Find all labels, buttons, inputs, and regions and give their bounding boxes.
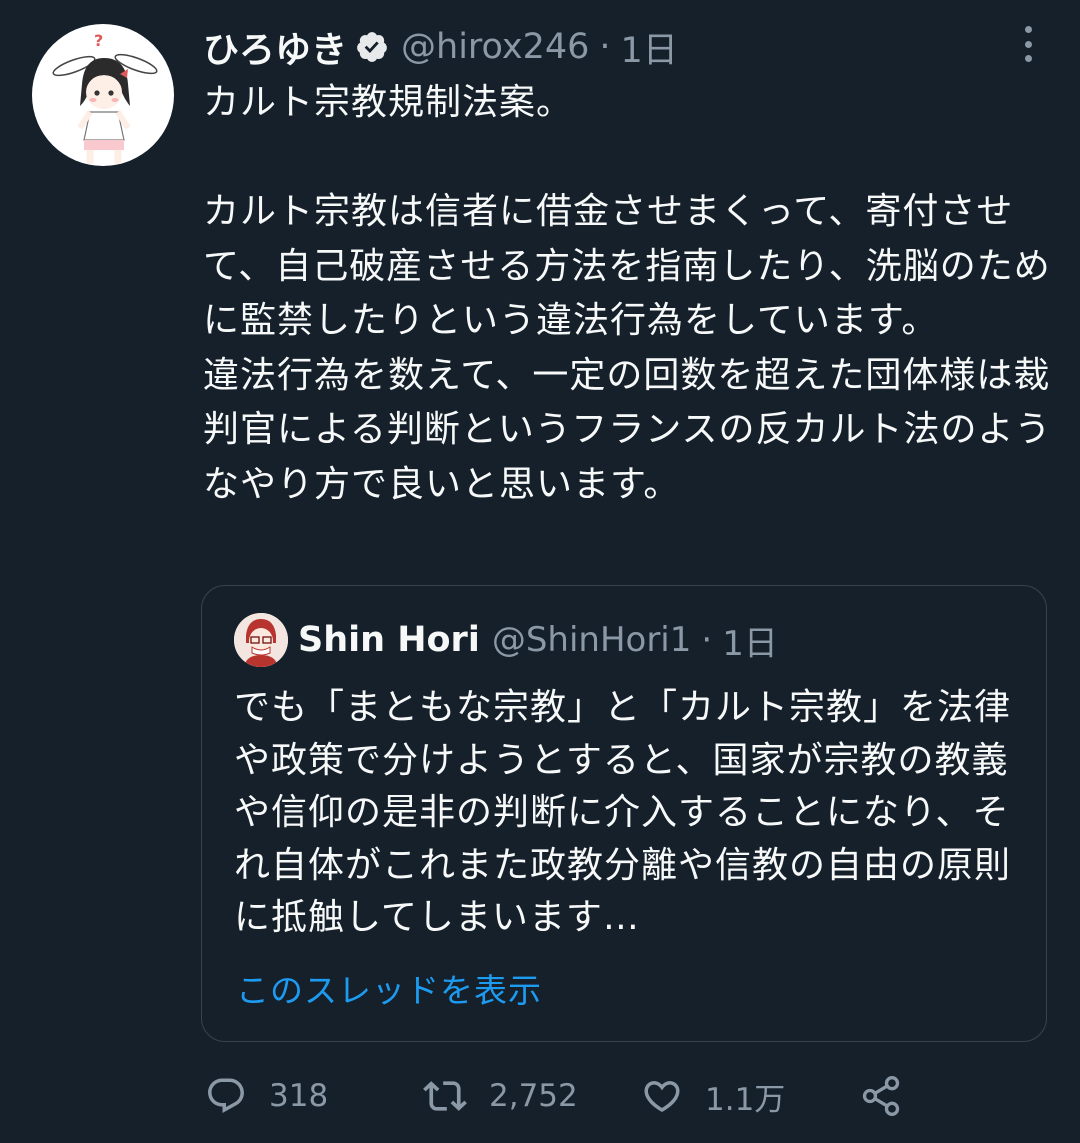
like-button[interactable]: 1.1万 — [641, 1070, 785, 1122]
share-icon — [859, 1074, 903, 1118]
more-dot — [1024, 40, 1032, 48]
reply-count: 318 — [269, 1078, 329, 1114]
tweet-actions-bar: 318 2,752 1.1万 — [205, 1070, 965, 1122]
author-name[interactable]: ひろゆき — [203, 21, 347, 73]
svg-text:?: ? — [94, 31, 103, 50]
quote-author-avatar — [234, 613, 288, 667]
quote-avatar-illustration — [234, 613, 288, 667]
like-count: 1.1万 — [705, 1081, 786, 1118]
quote-header: Shin Hori @ShinHori1 · 1日 — [298, 614, 778, 666]
more-options-icon[interactable] — [1014, 26, 1042, 62]
retweet-icon — [423, 1074, 467, 1118]
tweet-text: カルト宗教規制法案。 カルト宗教は信者に借金させまくって、寄付させて、自己破産さ… — [203, 82, 1052, 505]
more-dot — [1024, 55, 1032, 62]
quote-author-name: Shin Hori — [298, 620, 480, 660]
quoted-tweet-card[interactable]: Shin Hori @ShinHori1 · 1日 でも「まともな宗教」と「カル… — [201, 585, 1047, 1042]
share-button[interactable] — [859, 1070, 903, 1122]
quote-author-handle: @ShinHori1 — [491, 620, 692, 660]
quote-timestamp: 1日 — [722, 623, 778, 664]
author-handle[interactable]: @hirox246 — [401, 27, 589, 67]
reply-icon — [205, 1075, 247, 1117]
verified-badge-icon — [355, 30, 389, 64]
quote-text: でも「まともな宗教」と「カルト宗教」を法律や政策で分けようとすると、国家が宗教の… — [234, 687, 1012, 938]
retweet-count: 2,752 — [489, 1078, 578, 1114]
heart-icon — [641, 1075, 683, 1117]
tweet-header: ひろゆき @hirox246 · 1日 — [203, 22, 678, 72]
show-thread-link[interactable]: このスレッドを表示 — [236, 964, 542, 1012]
more-dot — [1024, 26, 1032, 33]
tweet-timestamp[interactable]: 1日 — [621, 22, 678, 73]
quote-header-separator: · — [701, 620, 713, 660]
reply-button[interactable]: 318 — [205, 1070, 328, 1122]
retweet-button[interactable]: 2,752 — [423, 1070, 578, 1122]
header-separator: · — [599, 27, 611, 67]
author-avatar[interactable]: ? — [32, 24, 174, 166]
avatar-illustration: ? — [52, 31, 158, 164]
